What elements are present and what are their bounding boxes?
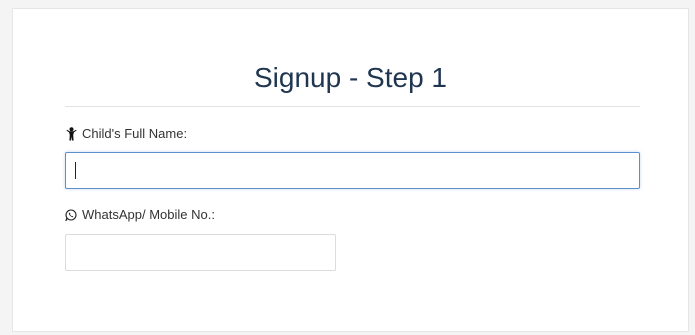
- whatsapp-icon: [65, 208, 77, 222]
- page-title: Signup - Step 1: [253, 62, 448, 93]
- title-divider: [65, 106, 640, 107]
- text-cursor: [75, 162, 76, 179]
- child-name-label-text: Child's Full Name:: [82, 126, 188, 141]
- child-name-input[interactable]: [65, 152, 640, 189]
- child-icon: [65, 127, 77, 141]
- child-name-label: Child's Full Name:: [65, 126, 187, 142]
- phone-input[interactable]: [65, 234, 336, 271]
- phone-label: WhatsApp/ Mobile No.:: [65, 207, 215, 223]
- phone-label-text: WhatsApp/ Mobile No.:: [82, 207, 215, 222]
- signup-card: Signup - Step 1 Child's Full Name: Whats…: [12, 8, 689, 332]
